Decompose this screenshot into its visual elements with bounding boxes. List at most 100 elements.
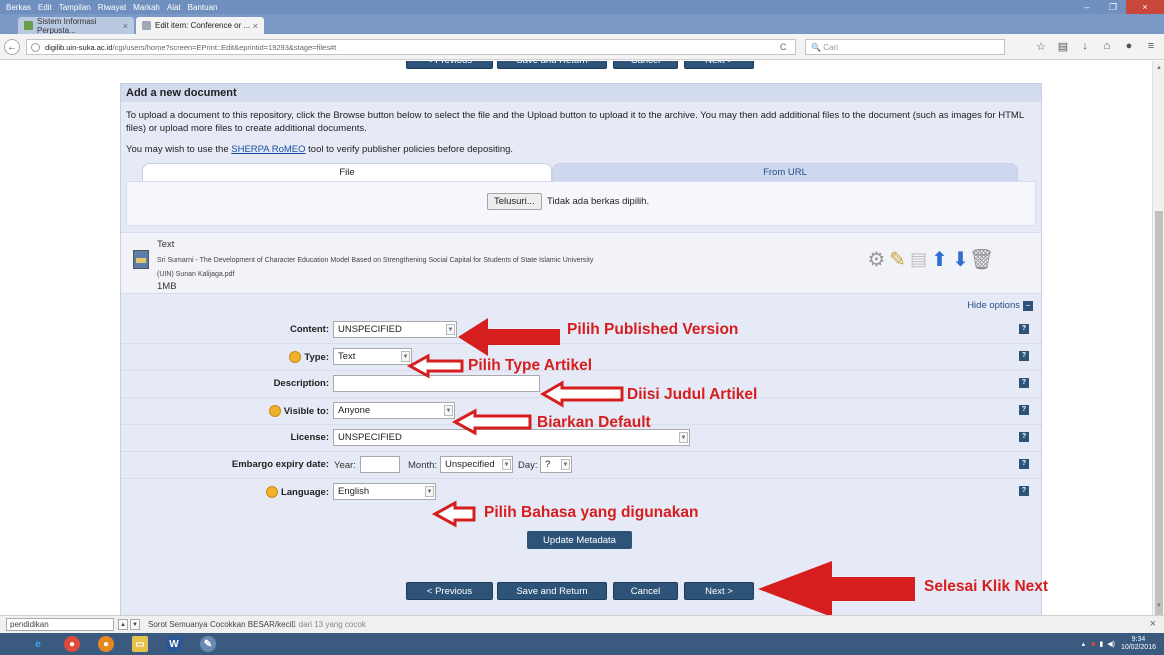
clock[interactable]: 9:34 10/02/2016	[1121, 636, 1156, 652]
sherpa-romeo-link[interactable]: SHERPA RoMEO	[231, 144, 305, 155]
help-icon[interactable]: ?	[1019, 432, 1029, 442]
pocket-icon[interactable]: ●	[1118, 40, 1140, 53]
url-bar[interactable]: digilib.uin-suka.ac.id/cgi/users/home?sc…	[26, 39, 796, 55]
scroll-thumb[interactable]	[1155, 211, 1163, 641]
minimize-button[interactable]: –	[1074, 0, 1100, 14]
required-star-icon	[265, 486, 278, 498]
update-document-icon[interactable]: ✎	[887, 247, 908, 271]
content-value: UNSPECIFIED	[338, 324, 402, 335]
paint-icon[interactable]: ✎	[200, 636, 216, 652]
tray-expand-icon[interactable]: ▴	[1082, 640, 1086, 648]
help-icon[interactable]: ?	[1019, 486, 1029, 496]
update-metadata-button[interactable]: Update Metadata	[527, 531, 632, 549]
type-select[interactable]: Text ▼	[333, 348, 412, 365]
search-input[interactable]: 🔍 Cari	[805, 39, 1005, 55]
ie-icon[interactable]: e	[30, 636, 46, 652]
back-arrow-icon[interactable]: ←	[4, 39, 20, 55]
maximize-button[interactable]: ❐	[1100, 0, 1126, 14]
cancel-button[interactable]: Cancel	[613, 582, 678, 600]
embargo-month-select[interactable]: Unspecified ▼	[440, 456, 513, 473]
embargo-year-input[interactable]	[360, 456, 400, 473]
system-tray: ▴ ■ ▮ ◀) 9:34 10/02/2016	[1082, 636, 1156, 652]
menu-edit[interactable]: Edit	[38, 3, 52, 12]
reading-list-icon[interactable]: ▤	[1052, 40, 1074, 53]
upload-area: Telusuri... Tidak ada berkas dipilih.	[126, 181, 1036, 226]
word-icon[interactable]: W	[166, 636, 182, 652]
tab-close-icon[interactable]: ×	[123, 21, 128, 31]
menu-tampilan[interactable]: Tampilan	[59, 3, 91, 12]
reload-icon[interactable]: C	[780, 42, 787, 52]
network-icon[interactable]: ▮	[1099, 640, 1103, 648]
hamburger-menu-icon[interactable]: ≡	[1140, 40, 1162, 53]
find-input[interactable]: pendidikan	[6, 618, 114, 631]
content-select[interactable]: UNSPECIFIED ▼	[333, 321, 457, 338]
browser-navbar: ← digilib.uin-suka.ac.id/cgi/users/home?…	[0, 34, 1164, 60]
top-save-return-button[interactable]: Save and Return	[497, 61, 607, 69]
language-select[interactable]: English ▼	[333, 483, 436, 500]
document-filename-line2: (UIN) Sunan Kalijaga.pdf	[157, 271, 235, 278]
file-explorer-icon[interactable]: ▭	[132, 636, 148, 652]
browse-button[interactable]: Telusuri...	[487, 193, 542, 210]
find-close-icon[interactable]: ×	[1150, 618, 1156, 630]
gear-icon[interactable]: ⚙	[866, 247, 887, 271]
find-next-icon[interactable]: ▼	[130, 619, 140, 630]
collapse-minus-icon: −	[1023, 300, 1033, 311]
home-icon[interactable]: ⌂	[1096, 40, 1118, 53]
volume-icon[interactable]: ◀)	[1107, 640, 1115, 648]
tab-sistem-informasi[interactable]: Sistem Informasi Perpusta... ×	[18, 17, 134, 35]
help-icon[interactable]: ?	[1019, 405, 1029, 415]
top-cancel-button[interactable]: Cancel	[613, 61, 678, 69]
top-previous-button[interactable]: < Previous	[406, 61, 493, 69]
help-icon[interactable]: ?	[1019, 459, 1029, 469]
move-up-arrow-icon[interactable]: ⬆	[929, 247, 950, 271]
embargo-day-select[interactable]: ? ▼	[540, 456, 572, 473]
tab-close-icon[interactable]: ×	[253, 21, 258, 31]
document-filename: Sri Sumarni - The Development of Charact…	[157, 254, 797, 282]
description-input[interactable]	[333, 375, 540, 392]
menu-bantuan[interactable]: Bantuan	[188, 3, 218, 12]
scroll-up-arrow-icon[interactable]: ▲	[1155, 65, 1163, 73]
document-details-icon[interactable]: ▤	[908, 247, 929, 271]
close-window-button[interactable]: ×	[1126, 0, 1164, 14]
find-previous-icon[interactable]: ▲	[118, 619, 128, 630]
document-thumbnail-icon	[133, 250, 149, 269]
menu-markah[interactable]: Markah	[133, 3, 160, 12]
help-icon[interactable]: ?	[1019, 351, 1029, 361]
match-case-option[interactable]: Cocokkan BESAR/kecil	[210, 620, 293, 629]
license-value: UNSPECIFIED	[338, 432, 402, 443]
add-document-panel: Add a new document To upload a document …	[120, 83, 1042, 615]
highlight-all-option[interactable]: Sorot Semuanya	[148, 620, 208, 629]
menu-berkas[interactable]: Berkas	[6, 3, 31, 12]
page-scrollbar[interactable]: ▲ ▼	[1152, 61, 1164, 641]
site-info-icon[interactable]	[31, 43, 40, 52]
upload-instructions: To upload a document to this repository,…	[126, 110, 1024, 134]
top-next-button[interactable]: Next >	[684, 61, 754, 69]
bookmark-star-icon[interactable]: ☆	[1030, 40, 1052, 53]
chrome-icon[interactable]: ●	[64, 636, 80, 652]
document-type: Text	[157, 239, 175, 250]
menu-riwayat[interactable]: Riwayat	[98, 3, 126, 12]
page-viewport: < Previous Save and Return Cancel Next >…	[0, 61, 1152, 615]
menu-alat[interactable]: Alat	[167, 3, 181, 12]
help-icon[interactable]: ?	[1019, 324, 1029, 334]
firefox-icon[interactable]: ●	[98, 636, 114, 652]
previous-button[interactable]: < Previous	[406, 582, 493, 600]
visible-select[interactable]: Anyone ▼	[333, 402, 455, 419]
tray-app-icon[interactable]: ■	[1091, 641, 1095, 648]
language-value: English	[338, 486, 370, 497]
tab-file[interactable]: File	[142, 163, 552, 181]
windows-taskbar: e ● ● ▭ W ✎ ▴ ■ ▮ ◀) 9:34 10/02/2016	[0, 633, 1164, 655]
scroll-down-arrow-icon[interactable]: ▼	[1155, 603, 1163, 611]
hide-options-toggle[interactable]: Hide options −	[967, 300, 1033, 311]
help-icon[interactable]: ?	[1019, 378, 1029, 388]
favicon-icon	[142, 21, 151, 30]
tab-from-url[interactable]: From URL	[552, 163, 1018, 181]
trash-icon[interactable]: 🗑	[969, 247, 994, 271]
annotation-visible: Biarkan Default	[537, 414, 651, 431]
download-icon[interactable]: ↓	[1074, 40, 1096, 53]
next-button[interactable]: Next >	[684, 582, 754, 600]
tab-edit-item[interactable]: Edit item: Conference or ... ×	[136, 17, 264, 34]
embargo-month-value: Unspecified	[445, 459, 495, 470]
save-return-button[interactable]: Save and Return	[497, 582, 607, 600]
form-row-embargo: Embargo expiry date: Year: Month: Unspec…	[121, 452, 1041, 479]
